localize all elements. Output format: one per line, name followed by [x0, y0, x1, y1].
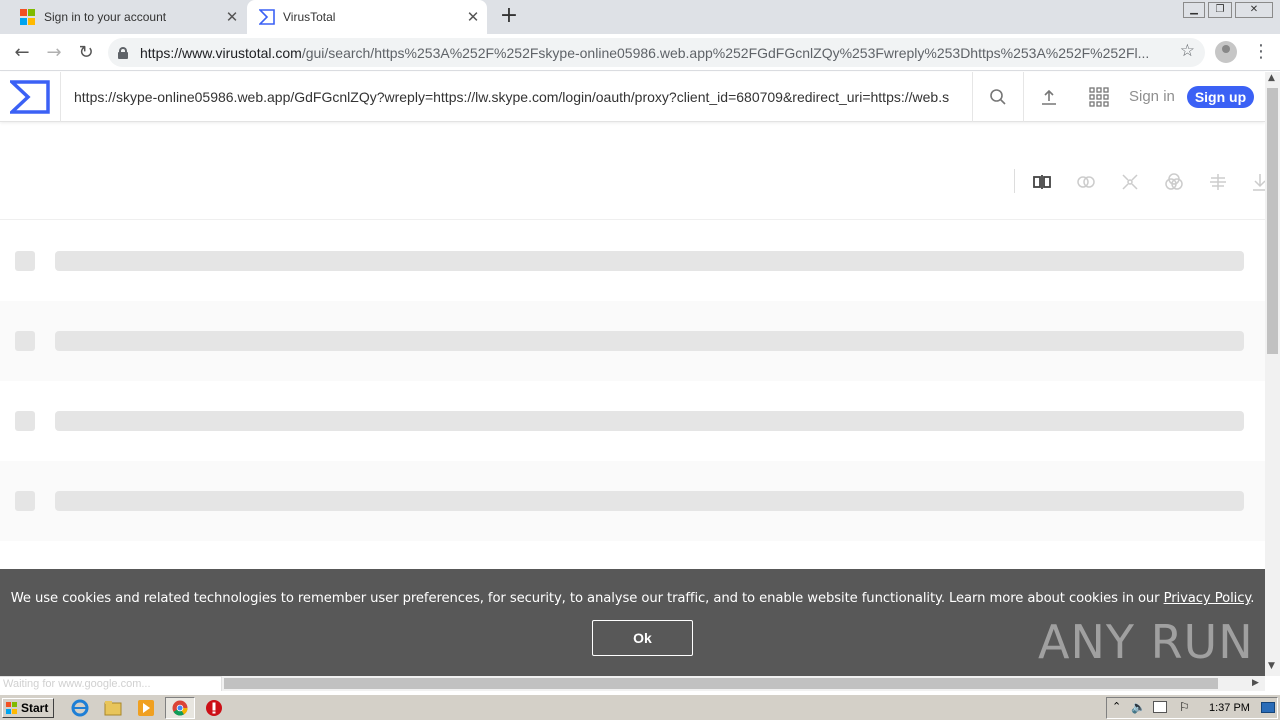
cookie-ok-button[interactable]: Ok [592, 620, 693, 656]
chrome-icon [172, 700, 188, 716]
microsoft-logo-icon [20, 9, 36, 25]
apps-grid-icon [1089, 87, 1109, 107]
tab-title: VirusTotal [283, 10, 336, 24]
horizontal-scrollbar[interactable]: ▶ [222, 676, 1265, 691]
cookie-text: We use cookies and related technologies … [10, 591, 1255, 606]
skeleton-row [0, 381, 1265, 461]
close-window-button[interactable]: ✕ [1235, 2, 1273, 18]
tab-sign-in[interactable]: Sign in to your account ✕ [8, 0, 246, 34]
search-icon [990, 89, 1006, 105]
volume-icon[interactable]: 🔈 [1131, 700, 1146, 714]
graph-icon[interactable] [1120, 172, 1140, 192]
search-button[interactable] [973, 72, 1024, 122]
skeleton-bar [55, 491, 1244, 511]
horizontal-scroll-thumb[interactable] [224, 678, 1218, 689]
skeleton-bar [55, 411, 1244, 431]
close-tab-icon[interactable]: ✕ [459, 8, 487, 26]
sign-in-link[interactable]: Sign in [1129, 88, 1175, 105]
sign-up-button[interactable]: Sign up [1187, 86, 1254, 108]
restore-button[interactable]: ❐ [1208, 2, 1232, 18]
vt-header: Sign in [0, 72, 1265, 122]
search-input[interactable] [74, 89, 964, 105]
skeleton-bar [55, 251, 1244, 271]
profile-avatar-icon[interactable] [1215, 41, 1237, 63]
scroll-right-icon[interactable]: ▶ [1252, 678, 1259, 688]
vertical-scrollbar[interactable]: ▲ ▼ [1265, 72, 1280, 676]
results-list-loading [0, 221, 1265, 541]
virustotal-favicon-icon [259, 9, 275, 25]
skeleton-row [0, 461, 1265, 541]
close-tab-icon[interactable]: ✕ [218, 8, 246, 26]
menu-kebab-icon[interactable]: ⋮ [1252, 41, 1270, 63]
skeleton-checkbox [15, 331, 35, 351]
compress-icon[interactable] [1032, 172, 1052, 192]
apps-grid-button[interactable] [1086, 84, 1112, 110]
upload-button[interactable] [1036, 84, 1062, 110]
start-button[interactable]: Start [2, 698, 54, 718]
show-desktop-icon[interactable] [1261, 702, 1275, 713]
minimize-button[interactable]: ▁ [1183, 2, 1205, 18]
privacy-policy-link[interactable]: Privacy Policy [1164, 591, 1251, 606]
bookmark-star-icon[interactable]: ☆ [1180, 41, 1195, 61]
skeleton-checkbox [15, 411, 35, 431]
network-icon[interactable] [1153, 701, 1167, 713]
venn-icon[interactable] [1164, 172, 1184, 192]
tab-title: Sign in to your account [44, 10, 167, 24]
lock-icon [118, 46, 128, 59]
taskbar-clock[interactable]: 1:37 PM [1209, 702, 1250, 714]
compare-icon[interactable] [1076, 172, 1096, 192]
opera-icon[interactable] [205, 699, 223, 717]
vt-search-field[interactable] [60, 72, 973, 122]
chrome-taskbar-button[interactable] [165, 697, 195, 719]
virustotal-logo-icon[interactable] [10, 80, 50, 114]
skeleton-checkbox [15, 251, 35, 271]
results-toolbar [0, 122, 1267, 220]
anyrun-watermark: ANY RUN [1038, 615, 1254, 669]
address-url[interactable]: https://www.virustotal.com/gui/search/ht… [140, 45, 1205, 61]
file-explorer-icon[interactable] [104, 699, 122, 717]
internet-explorer-icon[interactable] [71, 699, 89, 717]
skeleton-checkbox [15, 491, 35, 511]
skeleton-row [0, 221, 1265, 301]
tab-virustotal[interactable]: VirusTotal ✕ [247, 0, 487, 34]
system-tray: ⌃ 🔈 ⚐ 1:37 PM [1106, 697, 1278, 719]
windows-flag-icon [6, 702, 18, 714]
reload-icon[interactable]: ↻ [74, 41, 98, 65]
scroll-down-icon[interactable]: ▼ [1268, 661, 1275, 671]
windows-taskbar: Start ⌃ 🔈 ⚐ 1:37 PM [0, 694, 1280, 720]
media-player-icon[interactable] [137, 699, 155, 717]
back-arrow-icon[interactable]: ← [10, 41, 34, 65]
filter-icon[interactable] [1208, 172, 1228, 192]
scroll-up-icon[interactable]: ▲ [1268, 73, 1275, 83]
skeleton-row [0, 301, 1265, 381]
upload-icon [1042, 89, 1056, 105]
browser-toolbar: ← → ↻ https://www.virustotal.com/gui/sea… [0, 34, 1280, 71]
forward-arrow-icon[interactable]: → [42, 41, 66, 65]
toolbar-divider [1014, 169, 1015, 193]
show-hidden-icons-icon[interactable]: ⌃ [1112, 700, 1121, 713]
vertical-scroll-thumb[interactable] [1267, 88, 1278, 354]
new-tab-button[interactable]: + [498, 5, 520, 27]
tab-strip: Sign in to your account ✕ VirusTotal ✕ +… [0, 0, 1280, 34]
status-bubble: Waiting for www.google.com... [0, 676, 222, 691]
skeleton-bar [55, 331, 1244, 351]
address-bar[interactable]: https://www.virustotal.com/gui/search/ht… [108, 38, 1205, 67]
action-center-flag-icon[interactable]: ⚐ [1179, 700, 1190, 714]
